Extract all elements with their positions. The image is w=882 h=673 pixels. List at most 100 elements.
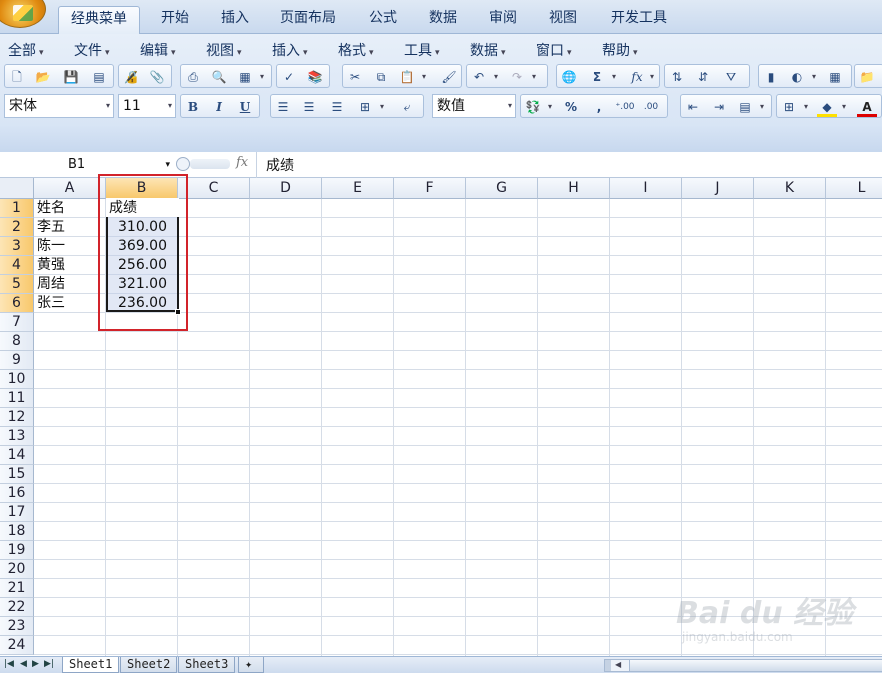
decrease-decimal-icon[interactable]: .00 (641, 97, 661, 117)
sheet-tab-1[interactable]: Sheet1 (62, 657, 120, 673)
tab-formulas[interactable]: 公式 (358, 6, 408, 34)
row-header-16[interactable]: 16 (0, 484, 34, 503)
row-header-20[interactable]: 20 (0, 560, 34, 579)
chart-icon[interactable]: ▮ (761, 67, 781, 87)
menu-help[interactable]: 帮助 ▾ (602, 40, 638, 60)
tab-insert[interactable]: 插入 (210, 6, 260, 34)
row-header-15[interactable]: 15 (0, 465, 34, 484)
cell-a4[interactable]: 黄强 (37, 256, 103, 275)
row-header-19[interactable]: 19 (0, 541, 34, 560)
open-folder-icon[interactable]: 📂 (33, 67, 53, 87)
chevron-down-icon[interactable]: ▾ (545, 97, 555, 117)
cell-a1[interactable]: 姓名 (37, 199, 103, 218)
chevron-down-icon[interactable]: ▾ (647, 67, 657, 87)
filter-icon[interactable]: ⛛ (721, 67, 741, 87)
row-header-9[interactable]: 9 (0, 351, 34, 370)
font-name-select[interactable]: 宋体 ▾ (4, 94, 114, 118)
menu-file[interactable]: 文件 ▾ (74, 40, 110, 60)
currency-icon[interactable]: 💱 (523, 97, 543, 117)
chevron-down-icon[interactable]: ▾ (257, 67, 267, 87)
print-icon[interactable]: ⎙ (183, 67, 203, 87)
attach-icon[interactable]: 📎 (147, 67, 167, 87)
row-header-17[interactable]: 17 (0, 503, 34, 522)
row-header-24[interactable]: 24 (0, 636, 34, 655)
row-header-11[interactable]: 11 (0, 389, 34, 408)
row-header-3[interactable]: 3 (0, 237, 34, 256)
column-header-c[interactable]: C (178, 178, 250, 199)
first-sheet-icon[interactable]: |◀ (4, 659, 14, 669)
chevron-down-icon[interactable]: ▾ (757, 97, 767, 117)
research-icon[interactable]: 📚 (305, 67, 325, 87)
wrap-text-icon[interactable]: ⤶ (397, 97, 417, 117)
formula-input[interactable]: 成绩 (266, 155, 294, 175)
undo-icon[interactable]: ↶ (469, 67, 489, 87)
column-header-g[interactable]: G (466, 178, 538, 199)
column-header-e[interactable]: E (322, 178, 394, 199)
row-header-8[interactable]: 8 (0, 332, 34, 351)
italic-icon[interactable]: I (209, 97, 229, 117)
chevron-down-icon[interactable]: ▾ (801, 97, 811, 117)
sheet-tab-3[interactable]: Sheet3 (178, 657, 236, 673)
bold-icon[interactable]: B (183, 97, 203, 117)
font-size-select[interactable]: 11 ▾ (118, 94, 176, 118)
column-header-k[interactable]: K (754, 178, 826, 199)
increase-indent-icon[interactable]: ⇥ (709, 97, 729, 117)
new-file-icon[interactable]: 🗋 (7, 67, 27, 87)
drawing-icon[interactable]: ◐ (787, 67, 807, 87)
horizontal-scrollbar[interactable]: ◀ (604, 659, 882, 672)
percent-icon[interactable]: % (561, 97, 581, 117)
chevron-down-icon[interactable]: ▾ (839, 97, 849, 117)
row-header-14[interactable]: 14 (0, 446, 34, 465)
tab-data[interactable]: 数据 (418, 6, 468, 34)
merge-center-icon[interactable]: ⊞ (355, 97, 375, 117)
page-setup-icon[interactable]: ▦ (235, 67, 255, 87)
prev-sheet-icon[interactable]: ◀ (20, 659, 27, 669)
tab-review[interactable]: 审阅 (478, 6, 528, 34)
print-preview-icon[interactable]: 🔍 (209, 67, 229, 87)
tab-view[interactable]: 视图 (538, 6, 588, 34)
row-header-1[interactable]: 1 (0, 199, 34, 218)
last-sheet-icon[interactable]: ▶| (44, 659, 54, 669)
scroll-thumb[interactable] (629, 660, 882, 671)
sort-ascending-icon[interactable]: ⇅ (667, 67, 687, 87)
hyperlink-icon[interactable]: 🌐 (559, 67, 579, 87)
save-as-icon[interactable]: ▤ (89, 67, 109, 87)
row-header-6[interactable]: 6 (0, 294, 34, 313)
paste-icon[interactable]: 📋 (397, 67, 417, 87)
permission-icon[interactable]: 🔏 (121, 67, 141, 87)
menu-insert[interactable]: 插入 ▾ (272, 40, 308, 60)
menu-window[interactable]: 窗口 ▾ (536, 40, 572, 60)
menu-edit[interactable]: 编辑 ▾ (140, 40, 176, 60)
chevron-down-icon[interactable]: ▾ (809, 67, 819, 87)
comma-style-icon[interactable]: , (589, 97, 609, 117)
chevron-down-icon[interactable]: ▾ (377, 97, 387, 117)
cell-a6[interactable]: 张三 (37, 294, 103, 313)
underline-icon[interactable]: U (235, 97, 255, 117)
chevron-down-icon[interactable]: ▾ (491, 67, 501, 87)
cell-a3[interactable]: 陈一 (37, 237, 103, 256)
column-header-j[interactable]: J (682, 178, 754, 199)
cell-a5[interactable]: 周结 (37, 275, 103, 294)
select-all-corner[interactable] (0, 178, 34, 199)
cell-style-icon[interactable]: ▤ (735, 97, 755, 117)
spellcheck-icon[interactable]: ✓ (279, 67, 299, 87)
scroll-split-handle[interactable] (605, 660, 611, 671)
save-icon[interactable]: 💾 (61, 67, 81, 87)
decrease-indent-icon[interactable]: ⇤ (683, 97, 703, 117)
expand-handle-icon[interactable] (176, 157, 190, 171)
font-color-icon[interactable]: A (857, 97, 877, 117)
sheet-tab-2[interactable]: Sheet2 (120, 657, 178, 673)
chevron-down-icon[interactable]: ▾ (609, 67, 619, 87)
increase-decimal-icon[interactable]: ⁺.00 (615, 97, 635, 117)
redo-icon[interactable]: ↷ (507, 67, 527, 87)
cell-a2[interactable]: 李五 (37, 218, 103, 237)
column-header-f[interactable]: F (394, 178, 466, 199)
fill-color-icon[interactable]: ◆ (817, 97, 837, 117)
menu-view[interactable]: 视图 ▾ (206, 40, 242, 60)
sort-descending-icon[interactable]: ⇵ (693, 67, 713, 87)
row-header-4[interactable]: 4 (0, 256, 34, 275)
row-header-10[interactable]: 10 (0, 370, 34, 389)
row-header-12[interactable]: 12 (0, 408, 34, 427)
row-header-23[interactable]: 23 (0, 617, 34, 636)
row-header-13[interactable]: 13 (0, 427, 34, 446)
